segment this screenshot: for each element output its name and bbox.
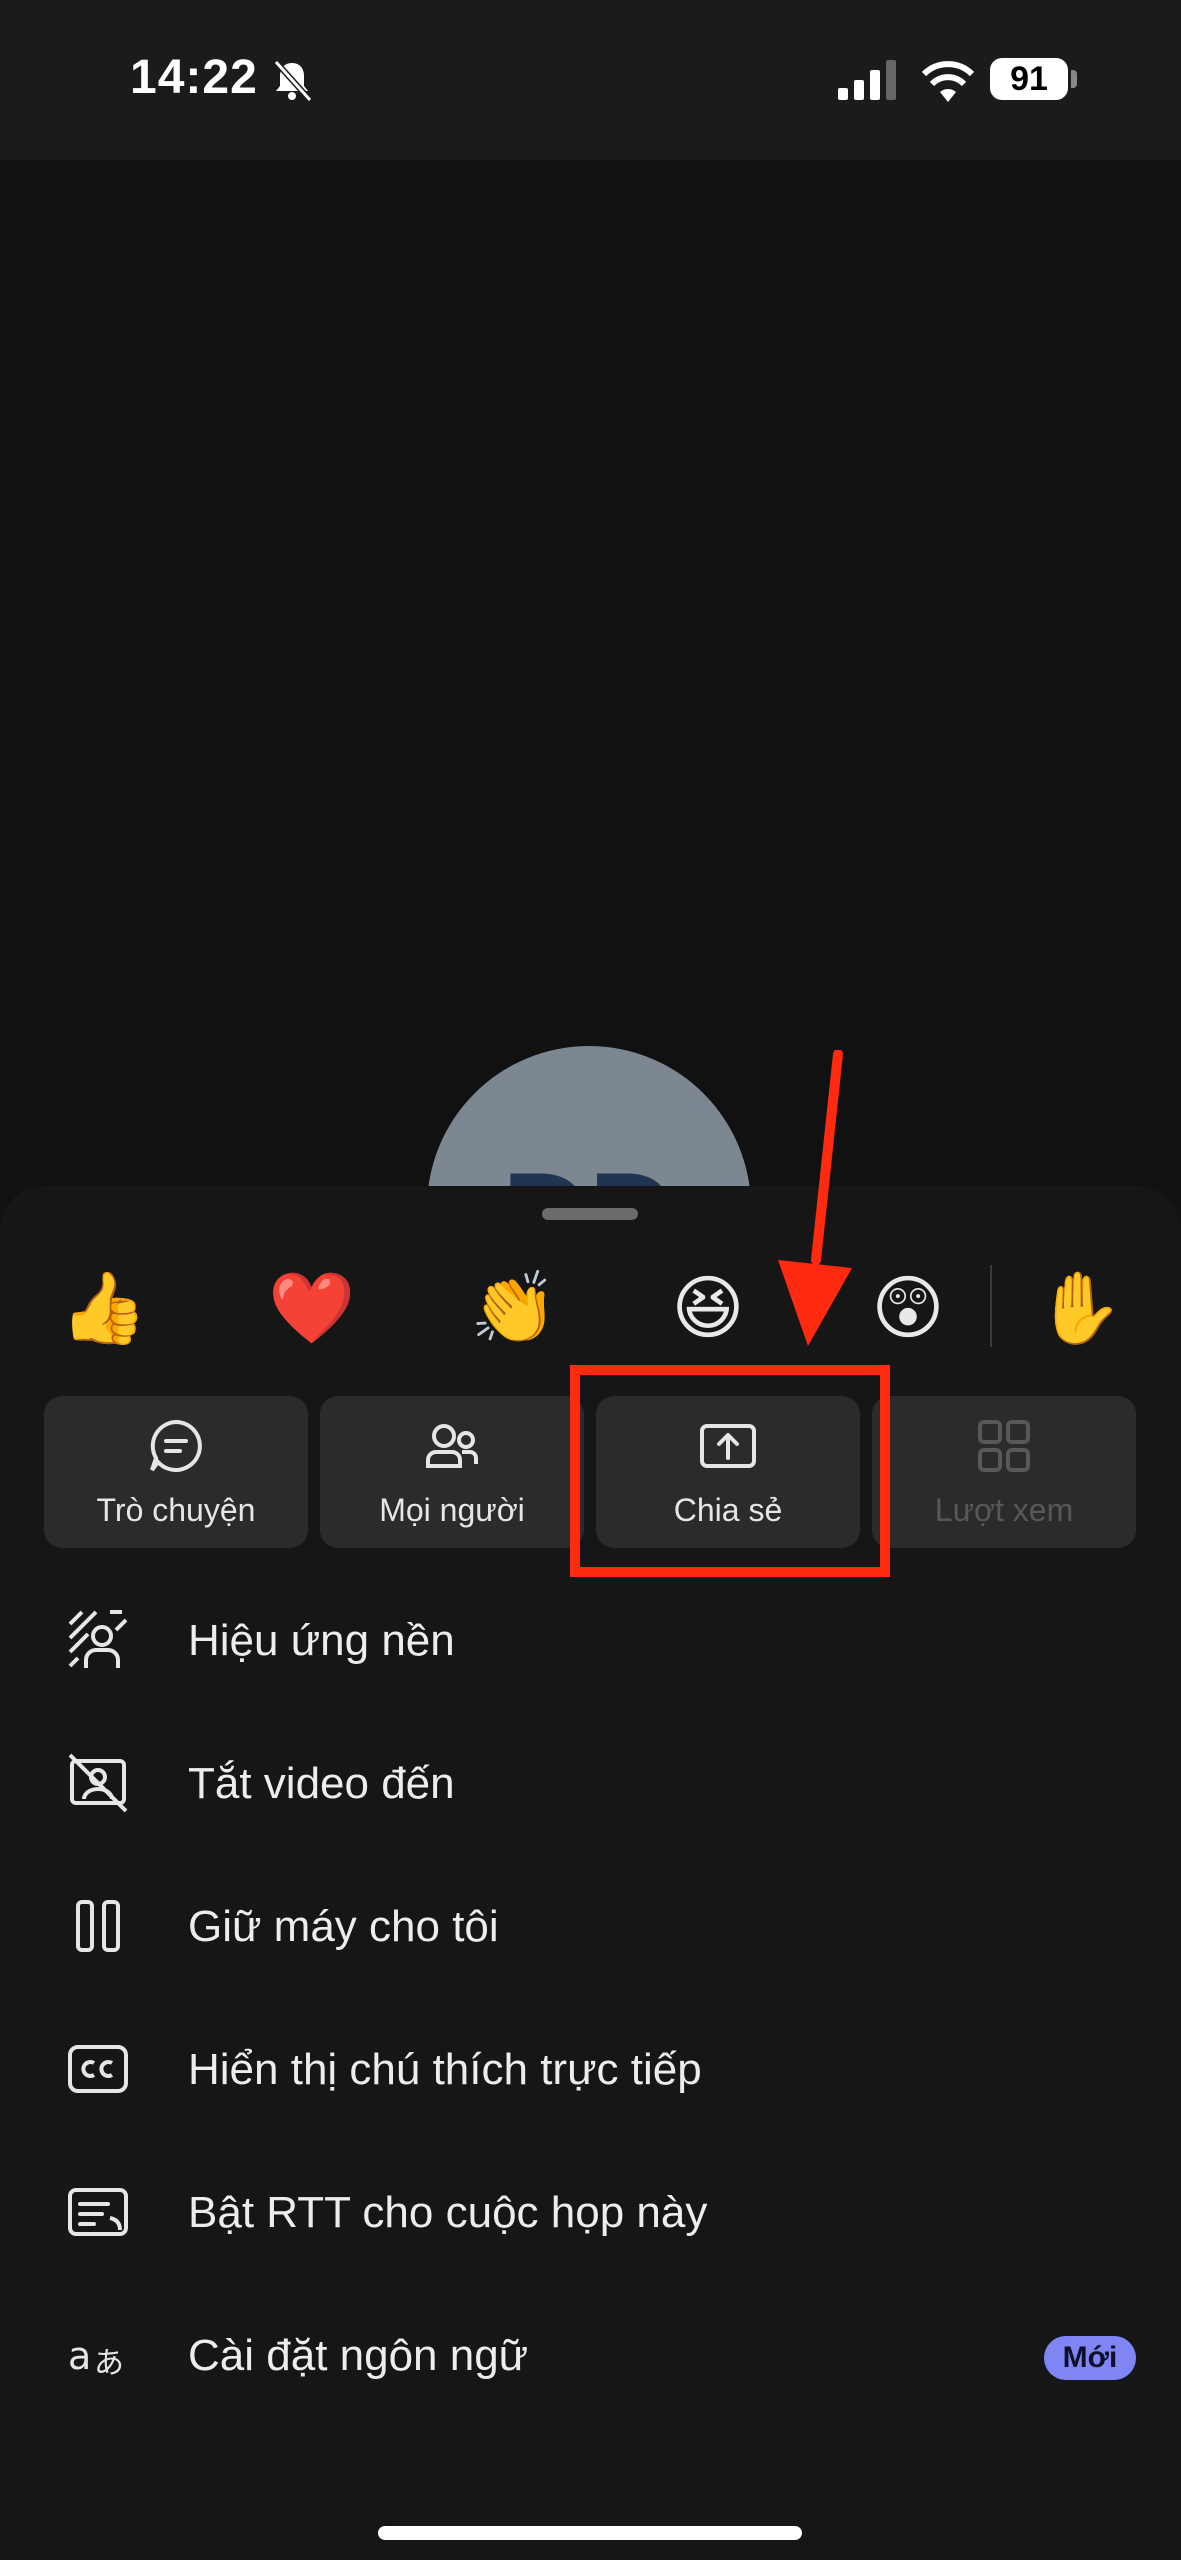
tile-view-label: Lượt xem — [934, 1492, 1074, 1528]
battery-indicator: 91 — [990, 58, 1068, 100]
rtt-icon — [68, 2188, 128, 2236]
reaction-heart[interactable]: ❤️ — [268, 1268, 355, 1348]
background-effects-icon — [68, 1610, 128, 1668]
hold-icon — [76, 1900, 120, 1952]
wifi-icon — [921, 61, 975, 102]
menu-language-settings-label: Cài đặt ngôn ngữ — [188, 2331, 529, 2380]
menu-rtt[interactable]: Bật RTT cho cuộc họp này — [0, 2160, 1181, 2270]
reaction-surprised[interactable]: 😲 — [868, 1268, 948, 1348]
svg-text:a: a — [68, 2334, 91, 2378]
menu-live-captions[interactable]: Hiển thị chú thích trực tiếp — [0, 2017, 1181, 2127]
status-bar: 14:22 91 — [0, 0, 1181, 160]
menu-incoming-video-off[interactable]: Tắt video đến — [0, 1731, 1181, 1841]
menu-hold[interactable]: Giữ máy cho tôi — [0, 1874, 1181, 1984]
menu-live-captions-label: Hiển thị chú thích trực tiếp — [188, 2045, 702, 2094]
reaction-clapping[interactable]: 👏 — [470, 1268, 557, 1348]
tile-people-label: Mọi người — [379, 1492, 525, 1528]
tile-chat-label: Trò chuyện — [96, 1492, 256, 1528]
menu-background-effects[interactable]: Hiệu ứng nền — [0, 1588, 1181, 1698]
tile-view[interactable]: Lượt xem — [872, 1396, 1136, 1548]
captions-icon — [68, 2045, 128, 2093]
menu-incoming-video-off-label: Tắt video đến — [188, 1759, 455, 1808]
reaction-laughing[interactable]: 😆 — [668, 1268, 748, 1348]
menu-background-effects-label: Hiệu ứng nền — [188, 1616, 455, 1665]
new-badge: Mới — [1044, 2336, 1136, 2380]
menu-hold-label: Giữ máy cho tôi — [188, 1902, 499, 1951]
sheet-grabber[interactable] — [542, 1208, 638, 1220]
home-indicator — [378, 2526, 802, 2540]
status-time: 14:22 — [130, 51, 258, 104]
people-icon — [426, 1424, 478, 1468]
language-icon: a あ — [68, 2334, 124, 2381]
menu-language-settings[interactable]: a あ Cài đặt ngôn ngữ — [0, 2303, 1181, 2413]
call-stage — [0, 160, 1181, 1190]
video-off-icon — [68, 1753, 128, 1813]
reaction-divider — [990, 1265, 992, 1347]
annotation-arrow — [778, 1050, 852, 1346]
reaction-raise-hand[interactable]: ✋ — [1036, 1268, 1123, 1348]
reaction-thumbs-up[interactable]: 👍 — [60, 1268, 147, 1348]
annotation-highlight-box — [570, 1365, 890, 1577]
cellular-signal-icon — [838, 60, 896, 100]
tile-people[interactable]: Mọi người — [320, 1396, 584, 1548]
svg-text:あ: あ — [94, 2346, 124, 2381]
menu-rtt-label: Bật RTT cho cuộc họp này — [188, 2188, 708, 2237]
battery-tip — [1071, 70, 1077, 88]
chat-icon — [150, 1419, 202, 1472]
tile-chat[interactable]: Trò chuyện — [44, 1396, 308, 1548]
grid-view-icon — [978, 1420, 1030, 1472]
bell-off-icon — [273, 59, 313, 102]
